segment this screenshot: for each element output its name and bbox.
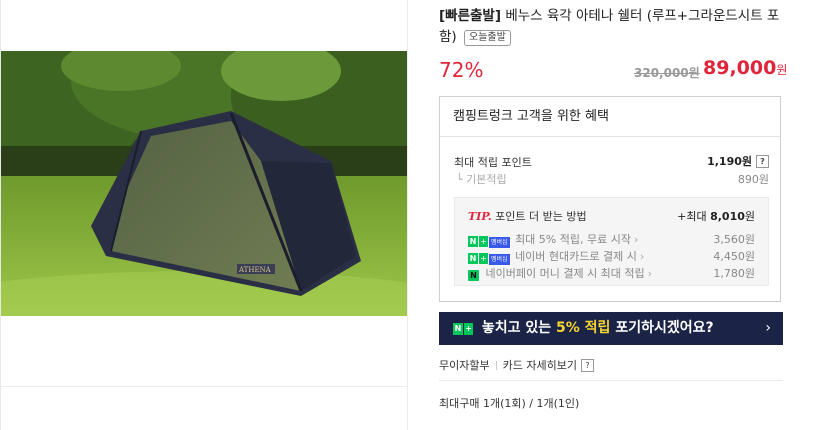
tip-item-membership[interactable]: N + 멤버십 최대 5% 적립, 무료 시작 › <box>468 231 639 248</box>
banner-highlight: 5% 적립 <box>556 320 611 336</box>
today-ship-badge: 오늘출발 <box>463 30 511 46</box>
tip-item-value: 3,560원 <box>713 233 755 246</box>
discount-rate: 72% <box>439 58 484 82</box>
tip-item-value: 1,780원 <box>713 267 755 280</box>
base-points-label: 기본적립 <box>466 173 507 186</box>
tent-photo: ATHENA <box>1 51 407 316</box>
sale-price-value: 89,000 <box>703 57 777 79</box>
section-divider <box>439 380 783 381</box>
chevron-right-icon: › <box>639 250 645 263</box>
installment-link[interactable]: 무이자할부 <box>439 359 490 372</box>
thumbnail-divider <box>0 386 407 387</box>
naver-plus-membership-icon: N + 멤버십 <box>468 236 510 248</box>
max-points-label: 최대 적립 포인트 <box>454 156 532 169</box>
chevron-right-icon: › <box>633 233 639 246</box>
membership-banner[interactable]: N + 놓치고 있는 5% 적립 포기하시겠어요? › <box>439 312 783 345</box>
plus-icon: + <box>464 323 473 335</box>
tent-logo-athena: ATHENA <box>238 266 272 274</box>
title-bracket: [빠른출발] <box>439 8 502 24</box>
sale-price-unit: 원 <box>776 63 788 77</box>
max-points-value: 1,190원 <box>707 155 752 168</box>
column-divider <box>407 0 408 430</box>
tip-item-hyundai-card[interactable]: N + 멤버십 네이버 현대카드로 결제 시 › <box>468 248 645 265</box>
tip-total-value: 8,010 <box>710 210 745 223</box>
naver-n-icon: N <box>453 323 463 335</box>
product-title: [빠른출발] 베누스 육각 아테나 쉘터 (루프+그라운드시트 포함) 오늘출발 <box>439 6 789 48</box>
tip-label: TIP. <box>468 210 492 223</box>
max-purchase-info: 최대구매 1개(1회) / 1개(1인) <box>439 397 580 410</box>
tip-total: +최대 8,010원 <box>677 208 755 224</box>
tip-item-naverpay-money[interactable]: N 네이버페이 머니 결제 시 최대 적립 › <box>468 265 652 281</box>
tip-text: 포인트 더 받는 방법 <box>495 210 587 223</box>
banner-text-post: 포기하시겠어요? <box>615 320 714 336</box>
card-benefits-link[interactable]: 카드 자세히보기 <box>503 359 577 372</box>
max-points-help-icon[interactable]: ? <box>756 155 769 168</box>
naver-plus-membership-icon: N + 멤버십 <box>468 253 510 265</box>
chevron-right-icon: › <box>765 320 771 336</box>
original-price: 320,000원 <box>634 66 700 80</box>
product-image[interactable]: ATHENA <box>1 51 407 316</box>
link-separator <box>495 361 497 370</box>
indent-icon: └ <box>456 173 463 186</box>
sale-price: 89,000원 <box>703 57 787 79</box>
tip-item-text: 네이버페이 머니 결제 시 최대 적립 <box>485 267 645 280</box>
tip-box: TIP. 포인트 더 받는 방법 +최대 8,010원 N + 멤버십 최대 5% … <box>454 197 769 286</box>
base-points-row: └ 기본적립 <box>456 171 507 187</box>
tip-total-prefix: +최대 <box>677 210 707 223</box>
naver-pay-icon: N <box>468 270 479 281</box>
tip-item-text: 최대 5% 적립, 무료 시작 <box>515 233 631 246</box>
payment-links: 무이자할부 카드 자세히보기? <box>439 357 594 373</box>
tip-heading: TIP. 포인트 더 받는 방법 <box>468 208 587 224</box>
tip-total-unit: 원 <box>744 210 755 223</box>
benefit-heading: 캠핑트렁크 고객을 위한 혜택 <box>440 97 780 137</box>
banner-text-pre: 놓치고 있는 <box>481 320 552 336</box>
card-help-icon[interactable]: ? <box>580 359 594 372</box>
chevron-right-icon: › <box>647 267 653 280</box>
benefit-box: 캠핑트렁크 고객을 위한 혜택 최대 적립 포인트 1,190원? └ 기본적립… <box>439 96 781 302</box>
max-points: 1,190원? <box>707 153 769 169</box>
base-points-value: 890원 <box>737 173 769 186</box>
tip-item-text: 네이버 현대카드로 결제 시 <box>515 250 637 263</box>
tip-item-value: 4,450원 <box>713 250 755 263</box>
